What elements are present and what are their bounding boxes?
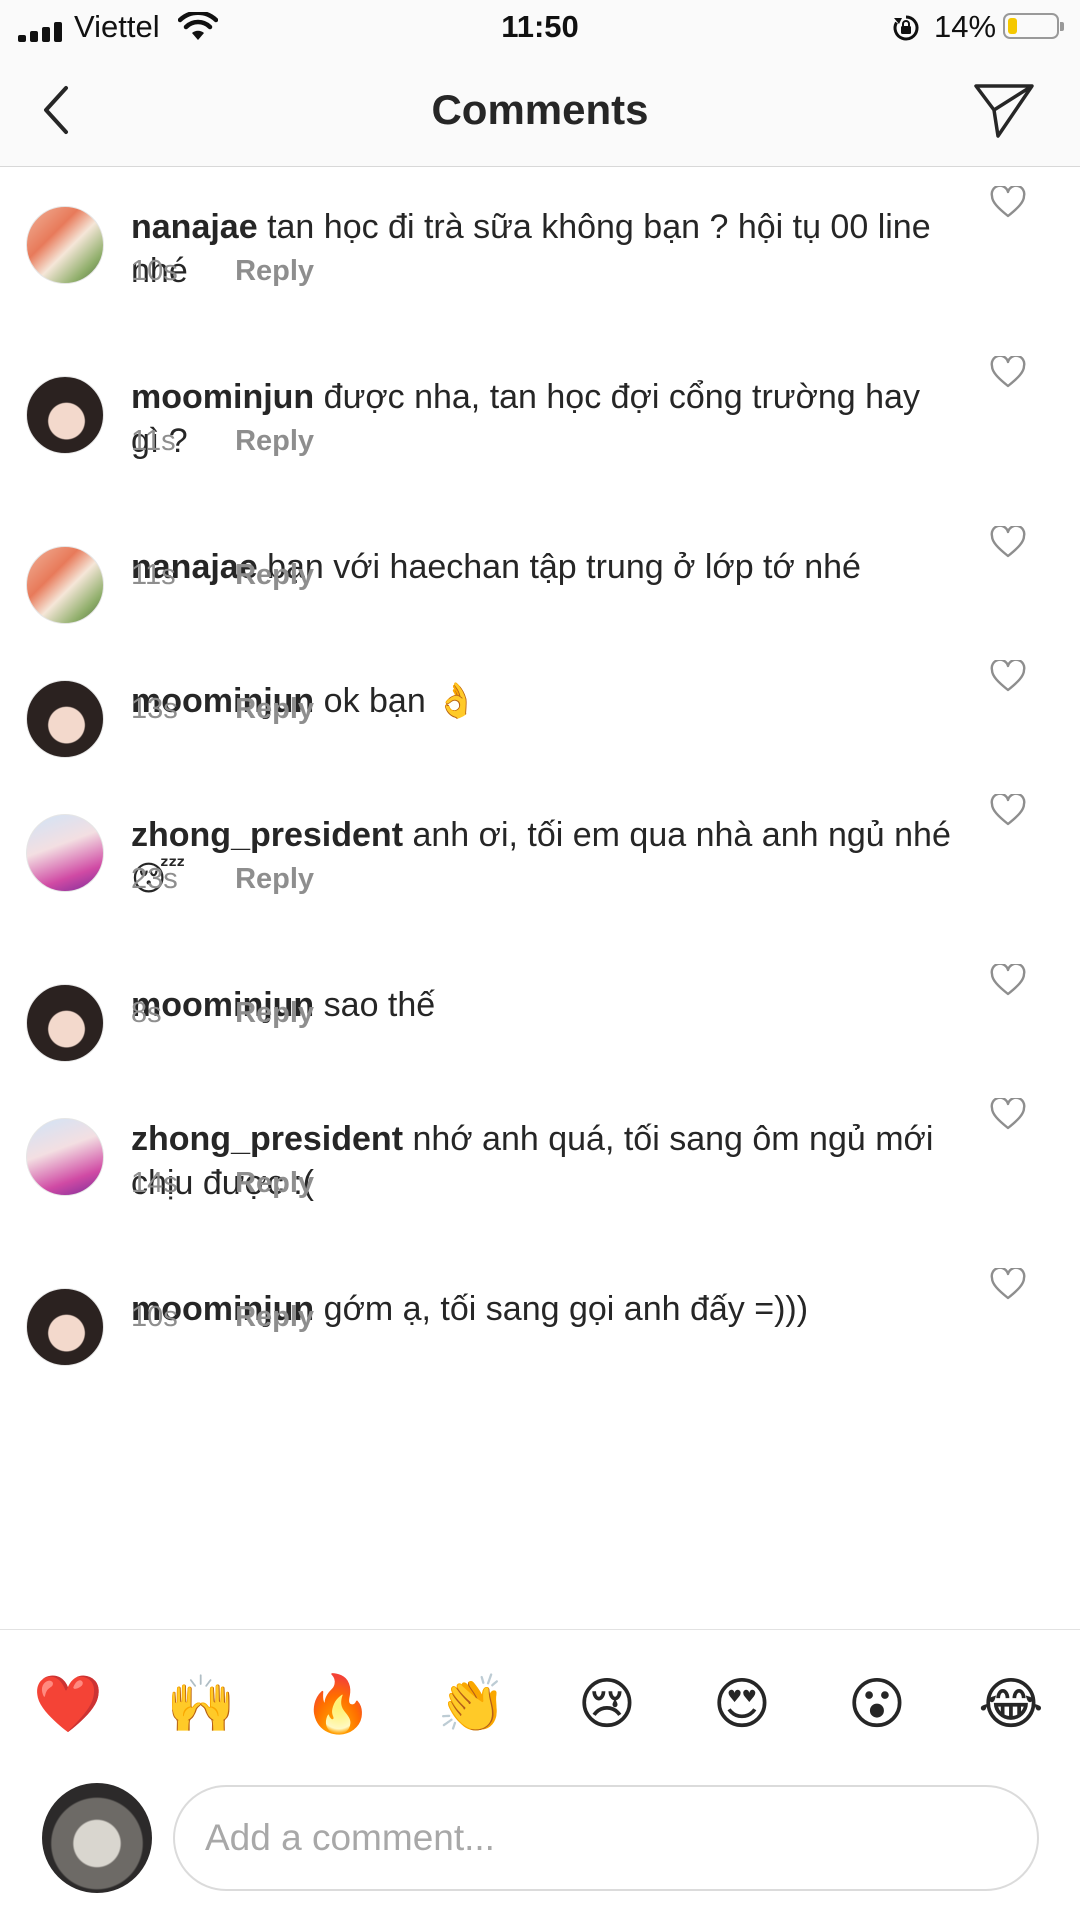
comment-username[interactable]: zhong_president <box>131 816 403 854</box>
reaction-heart-eyes[interactable]: 😍 <box>708 1670 776 1738</box>
like-heart-icon[interactable] <box>990 1268 1026 1300</box>
user-avatar[interactable] <box>26 680 104 758</box>
user-avatar[interactable] <box>26 376 104 454</box>
like-heart-icon[interactable] <box>990 526 1026 558</box>
user-avatar[interactable] <box>26 206 104 284</box>
reply-button[interactable]: Reply <box>235 1167 314 1199</box>
comment-timestamp: 10s <box>131 1301 178 1333</box>
like-heart-icon[interactable] <box>990 186 1026 218</box>
comment-username[interactable]: moominjun <box>131 378 314 416</box>
comment-meta: 14s Reply <box>131 1167 314 1200</box>
status-bar: Viettel 11:50 14% <box>0 0 1080 56</box>
add-comment-input[interactable] <box>173 1785 1039 1891</box>
reply-button[interactable]: Reply <box>235 559 314 591</box>
quick-reaction-bar: ❤️ 🙌 🔥 👏 😢 😍 😮 😂 <box>0 1629 1080 1768</box>
reaction-laughing-face[interactable]: 😂 <box>977 1670 1045 1738</box>
reply-button[interactable]: Reply <box>235 863 314 895</box>
comment-timestamp: 11s <box>131 425 176 457</box>
like-heart-icon[interactable] <box>990 1098 1026 1130</box>
comment-list[interactable]: nanajae tan học đi trà sữa không bạn ? h… <box>0 167 1080 1629</box>
reaction-raising-hands[interactable]: 🙌 <box>166 1670 236 1738</box>
reply-button[interactable]: Reply <box>235 425 314 457</box>
comment-text: gớm ạ, tối sang gọi anh đấy =))) <box>323 1290 809 1328</box>
comment-meta: 10s Reply <box>131 255 314 288</box>
comment-timestamp: 11s <box>131 559 176 591</box>
comment-meta: 8s Reply <box>131 997 314 1030</box>
comment-timestamp: 8s <box>131 997 162 1029</box>
comment-timestamp: 13s <box>131 693 178 725</box>
comment-text: sao thế <box>323 986 436 1024</box>
reaction-red-heart[interactable]: ❤️ <box>33 1670 103 1738</box>
comment-meta: 10s Reply <box>131 1301 314 1334</box>
current-user-avatar <box>42 1783 152 1893</box>
reply-button[interactable]: Reply <box>235 255 314 287</box>
comment-meta: 23s Reply <box>131 863 314 896</box>
comment-composer <box>0 1767 1080 1920</box>
like-heart-icon[interactable] <box>990 794 1026 826</box>
user-avatar[interactable] <box>26 984 104 1062</box>
like-heart-icon[interactable] <box>990 964 1026 996</box>
reaction-surprised-face[interactable]: 😮 <box>843 1670 911 1738</box>
comment-text: bạn với haechan tập trung ở lớp tớ nhé <box>267 548 861 586</box>
navigation-bar: Comments <box>0 56 1080 167</box>
comment-username[interactable]: zhong_president <box>131 1120 403 1158</box>
reaction-fire[interactable]: 🔥 <box>303 1670 373 1738</box>
comment-timestamp: 14s <box>131 1167 178 1199</box>
comment-timestamp: 23s <box>131 863 178 895</box>
comment-meta: 13s Reply <box>131 693 314 726</box>
battery-percent: 14% <box>934 9 997 44</box>
reaction-crying-face[interactable]: 😢 <box>573 1670 641 1738</box>
like-heart-icon[interactable] <box>990 356 1026 388</box>
comment-meta: 11s Reply <box>131 425 314 458</box>
user-avatar[interactable] <box>26 814 104 892</box>
battery-icon <box>1003 13 1064 39</box>
reaction-clapping-hands[interactable]: 👏 <box>437 1670 507 1738</box>
direct-send-icon[interactable] <box>972 78 1036 142</box>
reply-button[interactable]: Reply <box>235 1301 314 1333</box>
comment-text: ok bạn 👌 <box>323 682 478 720</box>
reply-button[interactable]: Reply <box>235 693 314 725</box>
user-avatar[interactable] <box>26 1288 104 1366</box>
page-title: Comments <box>431 86 649 133</box>
comment-meta: 11s Reply <box>131 559 314 592</box>
like-heart-icon[interactable] <box>990 660 1026 692</box>
reply-button[interactable]: Reply <box>235 997 314 1029</box>
comment-username[interactable]: nanajae <box>131 208 258 246</box>
comment-timestamp: 10s <box>131 255 178 287</box>
user-avatar[interactable] <box>26 1118 104 1196</box>
user-avatar[interactable] <box>26 546 104 624</box>
rotation-lock-icon <box>893 15 919 41</box>
